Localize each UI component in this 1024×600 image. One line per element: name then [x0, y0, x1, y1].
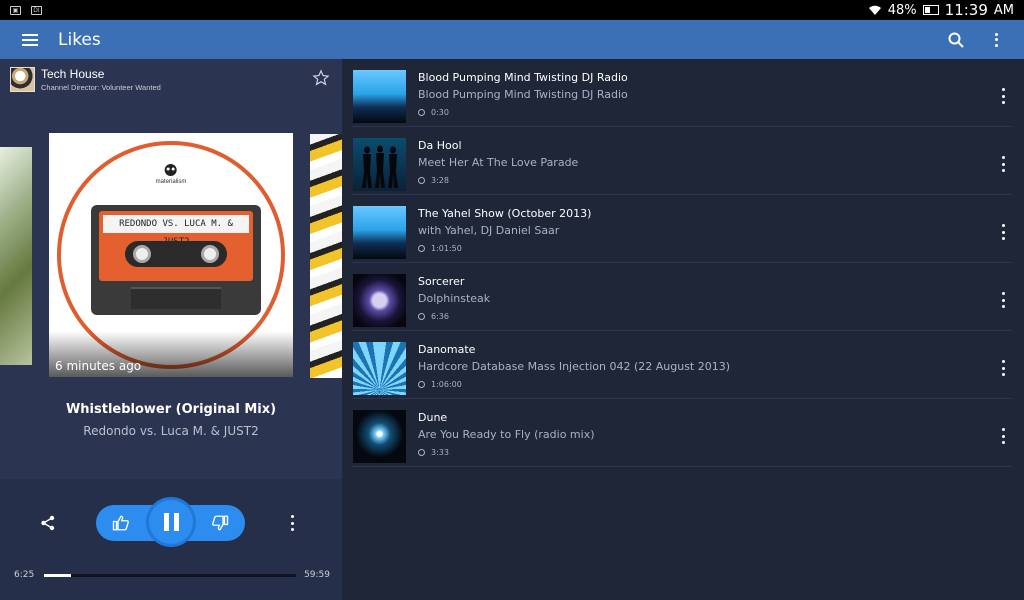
battery-percent: 48%: [887, 2, 917, 18]
thumbs-down-button[interactable]: [211, 514, 229, 532]
played-time-ago: 6 minutes ago: [55, 359, 142, 373]
cassette-graphic: REDONDO VS. LUCA M. & JUST2: [91, 205, 261, 315]
list-item-subtitle: Dolphinsteak: [418, 292, 491, 305]
list-item[interactable]: The Yahel Show (October 2013) with Yahel…: [352, 195, 1012, 263]
overflow-icon: [1000, 156, 1006, 172]
track-thumbnail: [353, 410, 406, 463]
list-item-duration: 3:28: [418, 176, 449, 185]
menu-icon[interactable]: [22, 33, 38, 46]
list-item-more-button[interactable]: [1000, 360, 1006, 376]
clock-ampm: AM: [993, 2, 1014, 18]
share-button[interactable]: [40, 515, 56, 531]
thumbs-down-icon: [212, 515, 229, 531]
list-item-subtitle: Are You Ready to Fly (radio mix): [418, 428, 595, 441]
gallery-notification-icon: ▣: [10, 5, 21, 15]
label-brand: materialism: [155, 179, 187, 185]
thumbs-up-icon: [112, 515, 129, 531]
list-item-more-button[interactable]: [1000, 156, 1006, 172]
list-item-more-button[interactable]: [1000, 292, 1006, 308]
list-item-duration: 1:01:50: [418, 244, 462, 253]
list-item-title: Danomate: [418, 343, 476, 356]
favorite-button[interactable]: [312, 69, 330, 87]
list-item-title: Blood Pumping Mind Twisting DJ Radio: [418, 71, 628, 84]
search-button[interactable]: [944, 28, 968, 52]
list-item[interactable]: Dune Are You Ready to Fly (radio mix) 3:…: [352, 399, 1012, 467]
pause-button[interactable]: [146, 497, 196, 547]
list-item-subtitle: Blood Pumping Mind Twisting DJ Radio: [418, 88, 628, 101]
list-item-more-button[interactable]: [1000, 428, 1006, 444]
thumbs-up-button[interactable]: [112, 514, 130, 532]
di-notification-icon: DI: [31, 5, 42, 15]
list-item[interactable]: Blood Pumping Mind Twisting DJ Radio Blo…: [352, 59, 1012, 127]
clock-icon: [418, 177, 425, 184]
app-bar: Likes: [0, 20, 1024, 59]
list-item-more-button[interactable]: [1000, 224, 1006, 240]
list-item-title: Dune: [418, 411, 448, 424]
likes-list: Blood Pumping Mind Twisting DJ Radio Blo…: [342, 59, 1024, 600]
overflow-icon: [1000, 88, 1006, 104]
track-title: Whistleblower (Original Mix): [65, 402, 277, 417]
progress-fill: [44, 574, 72, 577]
clock-icon: [418, 381, 425, 388]
station-avatar: [10, 67, 35, 92]
page-title: Likes: [58, 29, 101, 50]
label-logo-icon: [164, 164, 177, 176]
track-thumbnail: [353, 206, 406, 259]
track-thumbnail: [353, 138, 406, 191]
elapsed-time: 6:25: [14, 570, 35, 580]
album-art-caption: 6 minutes ago: [49, 331, 293, 377]
previous-track-art[interactable]: [0, 147, 32, 365]
list-item-subtitle: Hardcore Database Mass Injection 042 (22…: [418, 360, 731, 373]
list-item-subtitle: Meet Her At The Love Parade: [418, 156, 579, 169]
list-item-title: Da Hool: [418, 139, 462, 152]
cassette-label-text: REDONDO VS. LUCA M. & JUST2: [103, 215, 249, 247]
list-item[interactable]: Danomate Hardcore Database Mass Injectio…: [352, 331, 1012, 399]
star-outline-icon: [312, 69, 330, 86]
overflow-icon: [994, 32, 998, 47]
station-director: Channel Director: Volunteer Wanted: [41, 83, 161, 92]
label-logo: materialism: [155, 163, 187, 185]
overflow-icon: [1000, 224, 1006, 240]
pause-icon: [163, 513, 169, 531]
list-item-subtitle: with Yahel, DJ Daniel Saar: [418, 224, 560, 237]
album-art: materialism REDONDO VS. LUCA M. & JUST2 …: [49, 133, 293, 377]
list-item[interactable]: Da Hool Meet Her At The Love Parade 3:28: [352, 127, 1012, 195]
overflow-icon: [289, 515, 295, 531]
list-item-more-button[interactable]: [1000, 88, 1006, 104]
list-item-duration: 3:33: [418, 448, 449, 457]
clock-time: 11:39: [944, 1, 988, 19]
track-thumbnail: [353, 70, 406, 123]
track-thumbnail: [353, 342, 406, 395]
overflow-icon: [1000, 428, 1006, 444]
status-bar: ▣ DI 48% 11:39 AM: [0, 0, 1024, 20]
wifi-icon: [868, 5, 881, 15]
list-item-duration: 0:30: [418, 108, 449, 117]
clock-icon: [418, 245, 425, 252]
track-thumbnail: [353, 274, 406, 327]
total-time: 59:59: [304, 570, 330, 580]
search-icon: [948, 32, 964, 48]
station-header[interactable]: Tech House Channel Director: Volunteer W…: [10, 67, 161, 92]
clock-icon: [418, 313, 425, 320]
share-icon: [41, 515, 55, 531]
clock-icon: [418, 109, 425, 116]
overflow-icon: [1000, 292, 1006, 308]
progress-bar[interactable]: [44, 574, 296, 577]
next-track-art[interactable]: [310, 134, 342, 378]
station-name: Tech House: [41, 67, 105, 81]
battery-icon: [922, 5, 939, 15]
clock-icon: [418, 449, 425, 456]
track-options-button[interactable]: [289, 515, 295, 531]
player-controls: 6:25 59:59: [0, 479, 342, 600]
list-item-title: Sorcerer: [418, 275, 465, 288]
overflow-menu-button[interactable]: [984, 28, 1008, 52]
overflow-icon: [1000, 360, 1006, 376]
now-playing-panel: Tech House Channel Director: Volunteer W…: [0, 59, 342, 600]
list-item-duration: 6:36: [418, 312, 449, 321]
list-item-duration: 1:06:00: [418, 380, 462, 389]
track-artist: Redondo vs. Luca M. & JUST2: [83, 424, 259, 438]
list-item[interactable]: Sorcerer Dolphinsteak 6:36: [352, 263, 1012, 331]
list-item-title: The Yahel Show (October 2013): [418, 207, 592, 220]
